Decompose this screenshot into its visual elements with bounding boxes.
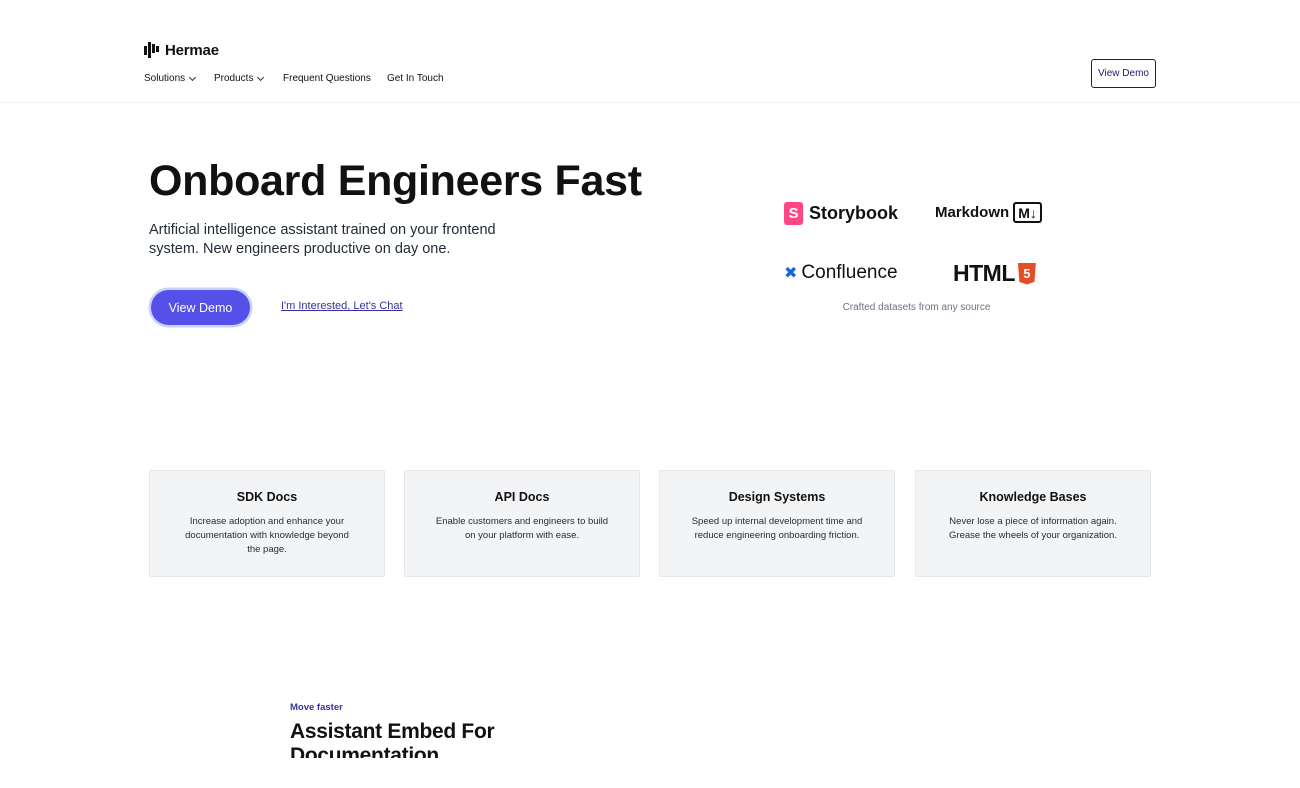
site-header: Hermae Solutions Products Frequent Quest…	[0, 0, 1300, 103]
nav-item-label: Frequent Questions	[283, 73, 371, 84]
card-sdk-docs[interactable]: SDK Docs Increase adoption and enhance y…	[149, 470, 385, 577]
nav-item-label: Get In Touch	[387, 73, 444, 84]
html5-logo: HTML 5	[953, 260, 1036, 287]
brand[interactable]: Hermae	[144, 41, 219, 59]
confluence-icon: ✖	[784, 265, 798, 282]
card-description: Speed up internal development time and r…	[691, 516, 863, 541]
chevron-down-icon	[257, 73, 265, 81]
card-knowledge-bases[interactable]: Knowledge Bases Never lose a piece of in…	[915, 470, 1151, 577]
card-title: API Docs	[494, 490, 550, 504]
nav-item-products[interactable]: Products	[214, 73, 283, 84]
card-title: Knowledge Bases	[979, 490, 1087, 504]
card-description: Never lose a piece of information again.…	[949, 516, 1117, 541]
hermae-logo-icon	[144, 41, 160, 59]
card-design-systems[interactable]: Design Systems Speed up internal develop…	[659, 470, 895, 577]
confluence-label: Confluence	[801, 262, 898, 283]
storybook-label: Storybook	[809, 203, 899, 223]
confluence-logo: ✖ Confluence	[784, 262, 898, 284]
card-description: Increase adoption and enhance your docum…	[185, 516, 349, 555]
nav-item-label: Products	[214, 73, 254, 84]
sources-caption: Crafted datasets from any source	[842, 302, 991, 313]
brand-name: Hermae	[165, 41, 219, 59]
card-title: Design Systems	[728, 490, 826, 504]
markdown-label: Markdown	[935, 204, 1010, 221]
hero-subtitle: Artificial intelligence assistant traine…	[149, 222, 496, 257]
main-nav: Solutions Products Frequent Questions Ge…	[144, 73, 444, 84]
header-view-demo-button[interactable]: View Demo	[1091, 59, 1156, 88]
hero-title: Onboard Engineers Fast	[149, 157, 642, 205]
viewport-bottom-edge	[0, 758, 1300, 788]
storybook-icon: S	[784, 202, 803, 225]
hero-view-demo-button[interactable]: View Demo	[151, 290, 250, 325]
html5-icon: 5	[1017, 262, 1036, 285]
chevron-down-icon	[189, 73, 197, 81]
nav-item-frequent-questions[interactable]: Frequent Questions	[283, 73, 387, 84]
card-title: SDK Docs	[236, 490, 298, 504]
interested-chat-link[interactable]: I'm Interested, Let's Chat	[281, 300, 403, 312]
card-api-docs[interactable]: API Docs Enable customers and engineers …	[404, 470, 640, 577]
nav-item-get-in-touch[interactable]: Get In Touch	[387, 73, 444, 84]
markdown-logo: Markdown M↓	[935, 202, 1042, 223]
card-description: Enable customers and engineers to build …	[435, 516, 609, 541]
nav-item-solutions[interactable]: Solutions	[144, 73, 214, 84]
markdown-icon: M↓	[1013, 202, 1042, 223]
html-label: HTML	[953, 260, 1015, 286]
section-eyebrow: Move faster	[290, 702, 343, 713]
storybook-logo: S Storybook	[784, 202, 898, 225]
nav-item-label: Solutions	[144, 73, 186, 84]
